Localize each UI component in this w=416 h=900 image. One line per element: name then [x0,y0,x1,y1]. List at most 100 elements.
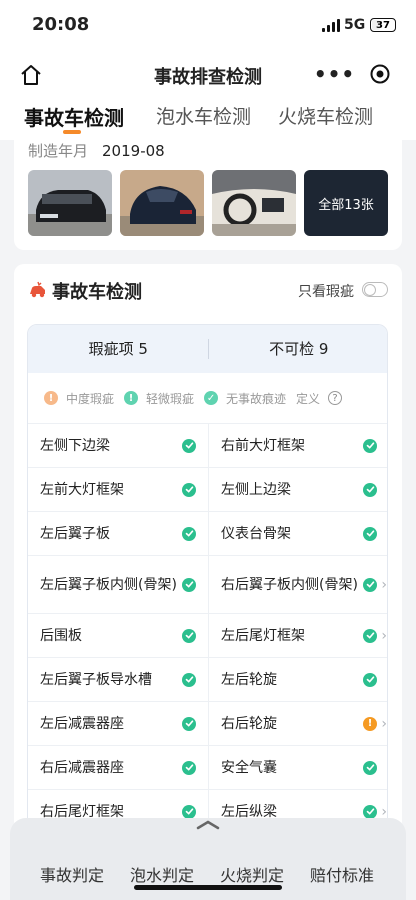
mini-program-capsule: ••• [312,58,402,90]
check-icon [363,482,377,497]
bottom-nav-fire[interactable]: 火烧判定 [220,862,284,886]
inspection-item: 左后翼子板 [28,512,208,555]
inspection-item[interactable]: 右后轮旋! › [208,702,387,745]
active-tab-indicator [63,130,81,134]
inspection-table: 瑕疵项 5 不可检 9 ! 中度瑕疵 ! 轻微瑕疵 ✓ 无事故痕迹 定义 ? 左… [27,324,388,900]
table-row: 左侧下边梁 右前大灯框架 [28,423,387,467]
inspection-item: 右后减震器座 [28,746,208,789]
all-photos-button[interactable]: 全部13张 [304,170,388,236]
battery-level: 37 [376,19,390,31]
inspection-item: 左后翼子板内侧(骨架) [28,556,208,613]
inspection-item-label: 右后减震器座 [40,759,124,776]
check-icon [182,438,196,453]
uncheckable-count[interactable]: 不可检 9 [209,325,388,373]
check-icon [363,577,377,592]
inspection-item: 左后轮旋 [208,658,387,701]
check-icon [182,628,196,643]
inspection-item[interactable]: 右后翼子板内侧(骨架) › [208,556,387,613]
car-front-photo[interactable] [28,170,112,236]
summary-header: 瑕疵项 5 不可检 9 [28,325,388,373]
vehicle-info-card: 制造年月 2019-08 全部13张 [14,140,402,250]
inspection-item-label: 左侧下边梁 [40,437,110,454]
chevron-right-icon[interactable]: › [381,577,387,593]
chevron-up-icon[interactable] [196,820,220,830]
check-icon [182,526,196,541]
legend-none: 无事故痕迹 [226,391,287,406]
check-icon [182,716,196,731]
bottom-nav-accident[interactable]: 事故判定 [40,862,104,886]
inspection-item-label: 左后翼子板 [40,525,110,542]
tab-flood[interactable]: 泡水车检测 [156,102,251,129]
inspection-item-label: 左前大灯框架 [40,481,124,498]
signal-icon [322,18,340,32]
inspection-item: 后围板 [28,614,208,657]
legend: ! 中度瑕疵 ! 轻微瑕疵 ✓ 无事故痕迹 定义 ? [28,373,387,423]
no-accident-icon: ✓ [204,391,219,405]
mfg-value: 2019-08 [102,142,165,160]
inspection-item-label: 左后翼子板导水槽 [40,671,152,688]
defects-only-toggle[interactable] [362,282,388,297]
inspection-item-label: 左后减震器座 [40,715,124,732]
status-bar: 20:08 5G 37 [0,0,416,50]
more-dots-icon[interactable]: ••• [312,62,357,86]
check-icon [182,760,196,775]
inspection-item: 仪表台骨架 [208,512,387,555]
check-icon [182,577,196,592]
minor-defect-icon: ! [124,391,139,405]
inspection-tabs: 事故车检测 泡水车检测 火烧车检测 [0,100,416,140]
check-icon [363,760,377,775]
inspection-item: 左后减震器座 [28,702,208,745]
inspection-rows: 左侧下边梁 右前大灯框架左前大灯框架 左侧上边梁左后翼子板 仪表台骨架左后翼子板内侧(… [28,423,387,833]
manufacture-date: 制造年月 2019-08 [28,140,165,161]
check-icon [363,628,377,643]
inspection-item: 左侧下边梁 [28,424,208,467]
check-icon [182,672,196,687]
inspection-item-label: 左侧上边梁 [221,481,291,498]
inspection-item: 右前大灯框架 [208,424,387,467]
inspection-item-label: 右后轮旋 [221,715,277,732]
inspection-item: 左后翼子板导水槽 [28,658,208,701]
accident-inspection-card: 事故车检测 只看瑕疵 瑕疵项 5 不可检 9 ! 中度瑕疵 ! 轻微瑕疵 ✓ 无… [14,264,402,900]
car-rear-photo[interactable] [120,170,204,236]
legend-minor: 轻微瑕疵 [146,391,195,406]
check-icon [363,438,377,453]
mfg-label: 制造年月 [28,142,89,160]
nav-bar: 事故排查检测 ••• [0,50,416,100]
tab-fire[interactable]: 火烧车检测 [278,102,373,129]
inspection-item-label: 左后翼子板内侧(骨架) [40,576,177,593]
chevron-right-icon[interactable]: › [381,628,387,644]
tab-accident[interactable]: 事故车检测 [24,102,124,131]
check-icon [363,804,377,819]
filter-label: 只看瑕疵 [298,284,354,300]
chevron-right-icon[interactable]: › [381,716,387,732]
inspection-item-label: 安全气囊 [221,759,277,776]
inspection-item-label: 右后翼子板内侧(骨架) [221,576,358,593]
inspection-item-label: 仪表台骨架 [221,525,291,542]
table-row: 右后减震器座 安全气囊 [28,745,387,789]
check-icon [363,526,377,541]
inspection-item[interactable]: 左后尾灯框架 › [208,614,387,657]
inspection-item-label: 右前大灯框架 [221,437,305,454]
check-icon [182,804,196,819]
inspection-item: 安全气囊 [208,746,387,789]
warning-icon: ! [363,716,377,731]
table-row: 左前大灯框架 左侧上边梁 [28,467,387,511]
section-title: 事故车检测 [52,282,142,303]
inspection-item: 左侧上边梁 [208,468,387,511]
defects-count[interactable]: 瑕疵项 5 [28,325,209,373]
inspection-item-label: 左后尾灯框架 [221,627,305,644]
table-row: 左后翼子板 仪表台骨架 [28,511,387,555]
bottom-nav-compensation[interactable]: 赔付标准 [310,862,374,886]
battery-icon: 37 [370,18,396,32]
inspection-item: 左前大灯框架 [28,468,208,511]
target-icon[interactable] [357,63,402,85]
car-interior-photo[interactable] [212,170,296,236]
status-time: 20:08 [32,14,90,35]
bottom-nav-flood[interactable]: 泡水判定 [130,862,194,886]
moderate-defect-icon: ! [44,391,58,405]
check-icon [363,672,377,687]
network-type: 5G [344,17,366,33]
definition-link[interactable]: 定义 [296,390,320,407]
help-icon[interactable]: ? [328,391,343,405]
check-icon [182,482,196,497]
